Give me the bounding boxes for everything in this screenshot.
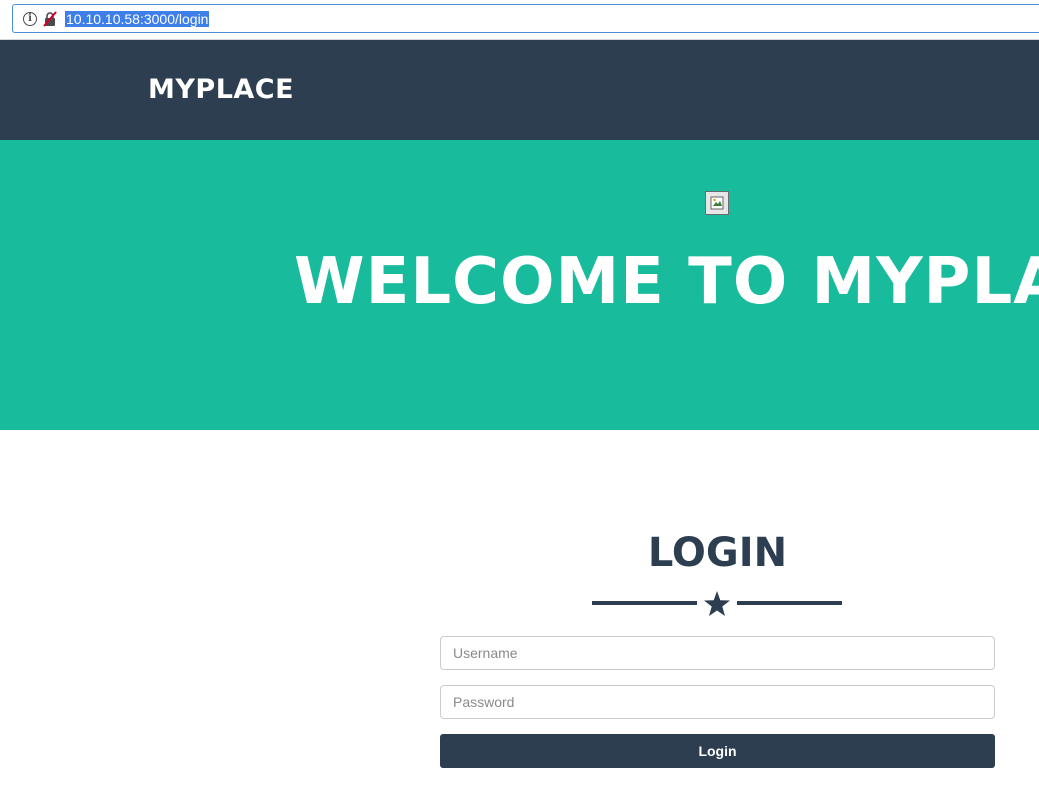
navbar: MYPLACE: [0, 40, 1039, 140]
username-input[interactable]: [440, 636, 995, 670]
browser-toolbar: i 10.10.10.58:3000/login: [0, 0, 1039, 40]
divider-line-left: [592, 601, 697, 605]
brand-logo[interactable]: MYPLACE: [148, 74, 294, 105]
info-icon[interactable]: i: [23, 11, 37, 26]
divider-line-right: [737, 601, 842, 605]
insecure-connection-icon[interactable]: [43, 10, 57, 27]
hero-section: WELCOME TO MYPLA: [0, 140, 1039, 430]
broken-image-icon: [705, 191, 729, 215]
star-icon: [704, 591, 730, 616]
star-divider: [592, 588, 842, 618]
login-title: LOGIN: [647, 530, 788, 576]
address-bar[interactable]: i 10.10.10.58:3000/login: [12, 4, 1039, 33]
login-button[interactable]: Login: [440, 734, 995, 768]
password-input[interactable]: [440, 685, 995, 719]
hero-title: WELCOME TO MYPLA: [294, 245, 1039, 319]
url-text[interactable]: 10.10.10.58:3000/login: [65, 10, 210, 27]
